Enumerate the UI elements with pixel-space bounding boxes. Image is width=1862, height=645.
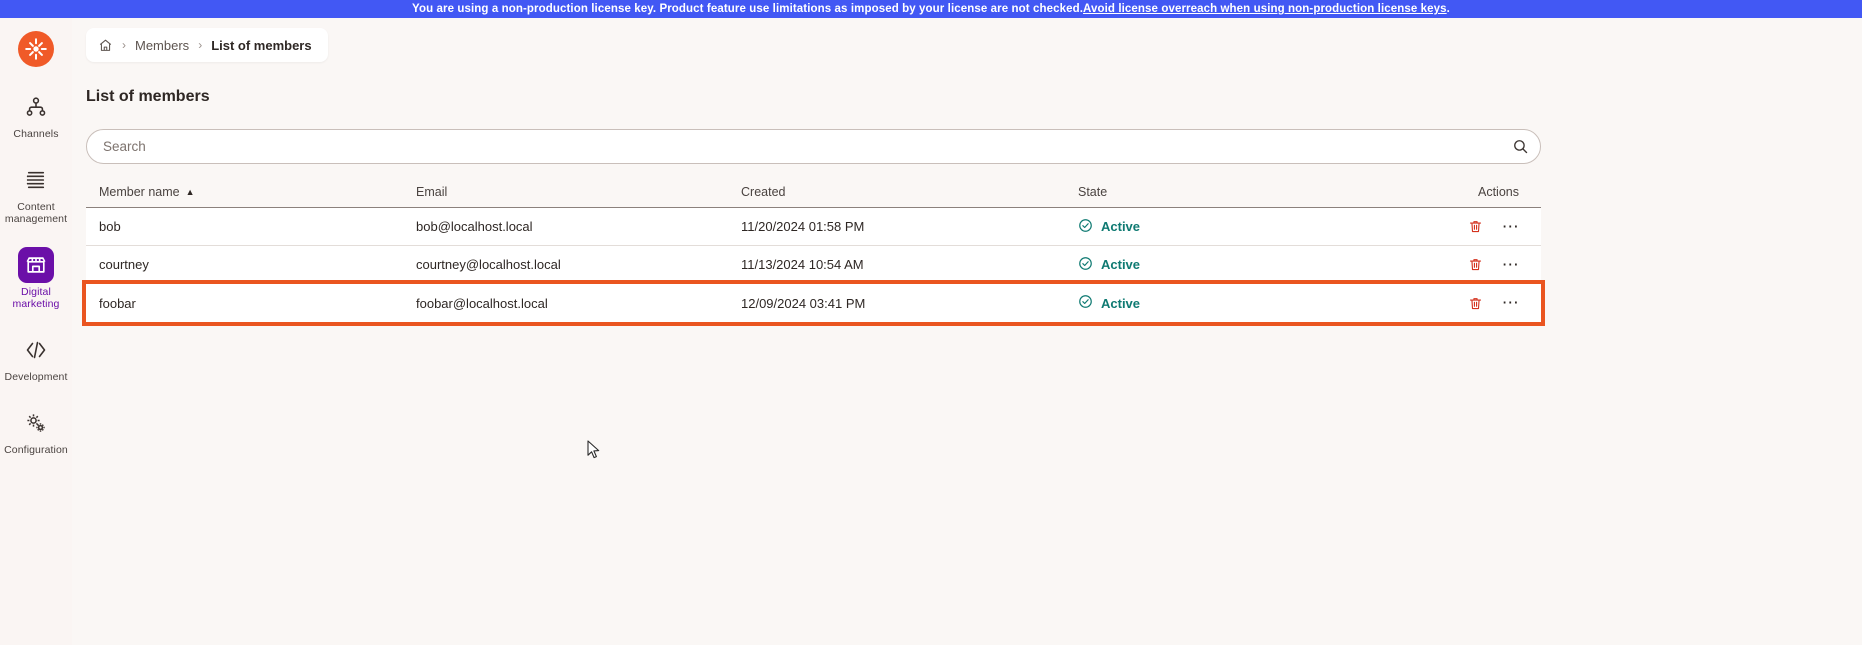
ellipsis-icon[interactable]: ⋯ [1501, 255, 1521, 275]
cell-created: 11/20/2024 01:58 PM [741, 219, 865, 234]
column-header-member-name[interactable]: Member name ▲ [86, 185, 416, 199]
license-banner-trailing: . [1446, 3, 1450, 15]
sidebar-item-label-development: Development [4, 371, 68, 383]
sidebar-item-label-digital-marketing: Digital marketing [12, 286, 60, 310]
sidebar-item-development[interactable]: Development [4, 332, 68, 383]
table-row[interactable]: bob bob@localhost.local 11/20/2024 01:58… [86, 208, 1541, 246]
page-title: List of members [86, 88, 210, 105]
content-management-icon [18, 162, 54, 198]
sidebar-item-label-configuration: Configuration [4, 444, 68, 456]
column-header-actions: Actions [1406, 185, 1541, 199]
check-circle-icon [1078, 294, 1093, 312]
cell-state: Active [1076, 256, 1406, 274]
status-badge: Active [1101, 295, 1141, 311]
search-icon[interactable] [1500, 130, 1540, 163]
license-overreach-link[interactable]: Avoid license overreach when using non-p… [1083, 3, 1447, 15]
cell-email: courtney@localhost.local [416, 257, 561, 272]
configuration-icon [18, 405, 54, 441]
table-row[interactable]: foobar foobar@localhost.local 12/09/2024… [82, 280, 1545, 326]
ellipsis-icon[interactable]: ⋯ [1501, 293, 1521, 313]
members-table: Member name ▲ Email Created State Action… [82, 176, 1545, 326]
cell-created: 11/13/2024 10:54 AM [741, 257, 864, 272]
cell-state: Active [1076, 218, 1406, 236]
search-box [86, 129, 1541, 164]
sidebar: Channels Content management Digital market… [0, 18, 72, 645]
cell-email: bob@localhost.local [416, 219, 533, 234]
cell-member-name: bob [99, 219, 121, 234]
trash-icon[interactable] [1465, 255, 1485, 275]
sidebar-item-channels[interactable]: Channels [4, 89, 68, 140]
column-header-email[interactable]: Email [416, 185, 741, 199]
license-banner: You are using a non-production license k… [0, 0, 1862, 18]
table-row[interactable]: courtney courtney@localhost.local 11/13/… [86, 246, 1541, 284]
cell-actions: ⋯ [1406, 217, 1541, 237]
sidebar-item-digital-marketing[interactable]: Digital marketing [4, 247, 68, 310]
column-header-label-state: State [1078, 184, 1108, 199]
cell-email: foobar@localhost.local [416, 295, 548, 311]
column-header-state[interactable]: State [1076, 185, 1406, 199]
sidebar-item-label-channels: Channels [13, 128, 59, 140]
check-circle-icon [1078, 218, 1093, 236]
column-header-label-actions: Actions [1478, 184, 1519, 199]
digital-marketing-icon [18, 247, 54, 283]
cell-created: 12/09/2024 03:41 PM [741, 295, 866, 311]
license-banner-text: You are using a non-production license k… [412, 3, 1084, 15]
sidebar-item-content-management[interactable]: Content management [4, 162, 68, 225]
status-badge: Active [1101, 257, 1141, 272]
ellipsis-icon[interactable]: ⋯ [1501, 217, 1521, 237]
cell-member-name: foobar [99, 295, 136, 311]
channels-icon [18, 89, 54, 125]
sidebar-item-label-content-management: Content management [4, 201, 68, 225]
development-icon [18, 332, 54, 368]
cell-actions: ⋯ [1406, 255, 1541, 275]
column-header-label-member-name: Member name [99, 184, 180, 199]
sidebar-item-configuration[interactable]: Configuration [4, 405, 68, 456]
main-content: List of members Member name ▲ Email Crea… [72, 18, 1862, 645]
xperience-logo[interactable] [18, 31, 54, 67]
column-header-created[interactable]: Created [741, 185, 1076, 199]
column-header-label-created: Created [741, 184, 786, 199]
search-input[interactable] [87, 130, 1500, 163]
cell-actions: ⋯ [1406, 293, 1541, 313]
status-badge: Active [1101, 219, 1141, 234]
sort-ascending-icon: ▲ [185, 186, 195, 197]
check-circle-icon [1078, 256, 1093, 274]
column-header-label-email: Email [416, 184, 448, 199]
cell-state: Active [1076, 294, 1406, 312]
trash-icon[interactable] [1465, 217, 1485, 237]
cell-member-name: courtney [99, 257, 149, 272]
trash-icon[interactable] [1465, 293, 1485, 313]
table-header-row: Member name ▲ Email Created State Action… [86, 176, 1541, 208]
